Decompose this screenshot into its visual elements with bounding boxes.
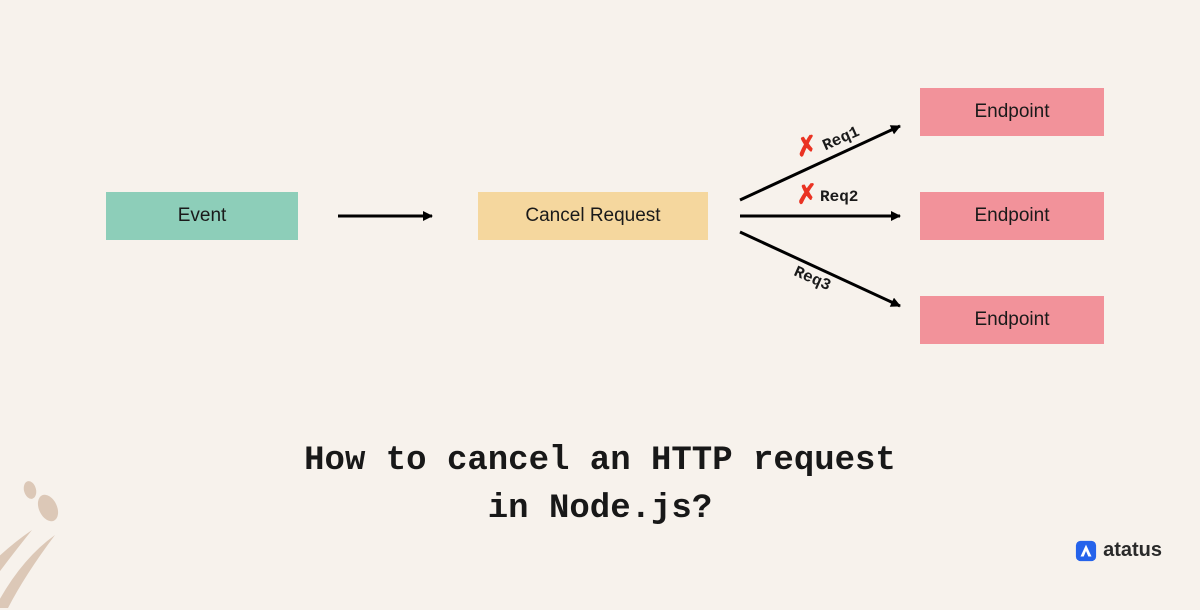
event-label: Event [178, 205, 227, 227]
cancel-label: Cancel Request [525, 205, 660, 227]
page-title: How to cancel an HTTP request in Node.js… [0, 438, 1200, 533]
atatus-icon [1075, 540, 1097, 562]
brand-logo: atatus [1075, 539, 1162, 562]
brand-text: atatus [1103, 539, 1162, 562]
title-line-2: in Node.js? [0, 486, 1200, 534]
endpoint-label-2: Endpoint [974, 205, 1049, 227]
endpoint-box-1: Endpoint [920, 88, 1104, 136]
endpoint-label-1: Endpoint [974, 101, 1049, 123]
cancel-x-icon-2: ✗ [795, 179, 819, 212]
title-line-1: How to cancel an HTTP request [0, 438, 1200, 486]
endpoint-label-3: Endpoint [974, 309, 1049, 331]
endpoint-box-3: Endpoint [920, 296, 1104, 344]
req1-label: Req1 [820, 123, 862, 155]
endpoint-box-2: Endpoint [920, 192, 1104, 240]
req2-label: Req2 [820, 188, 858, 206]
cancel-x-icon-1: ✗ [793, 130, 820, 164]
req3-label: Req3 [791, 263, 833, 295]
cancel-request-box: Cancel Request [478, 192, 708, 240]
event-box: Event [106, 192, 298, 240]
